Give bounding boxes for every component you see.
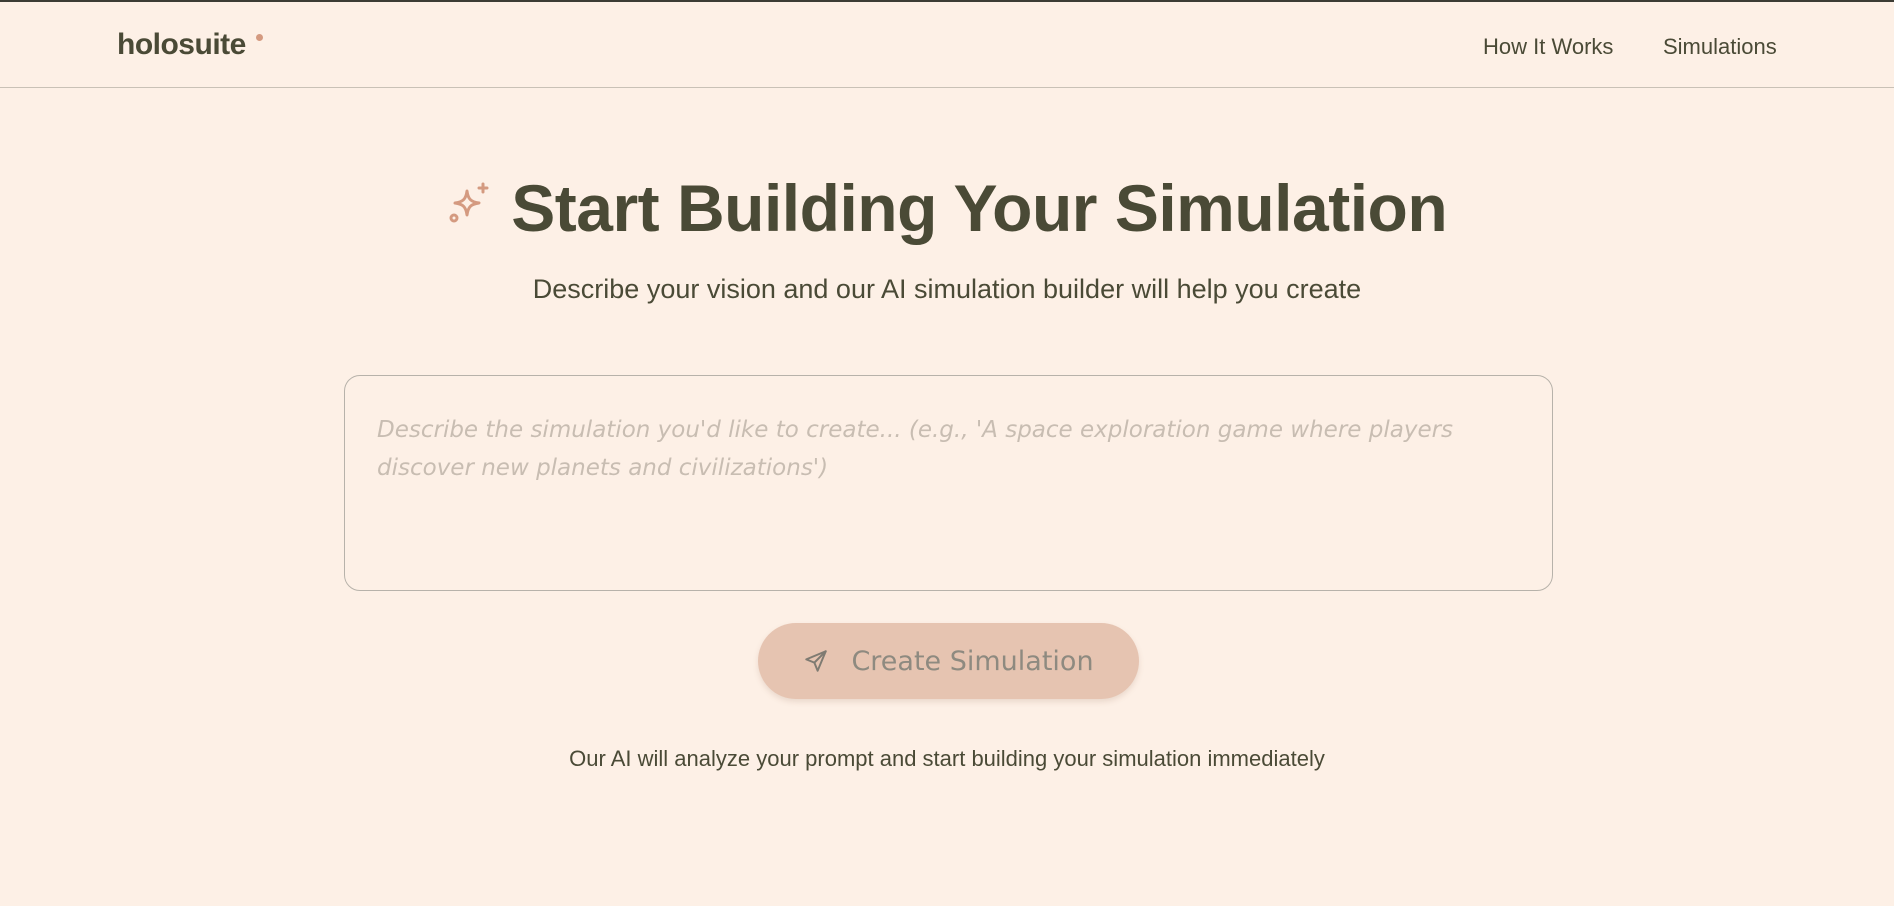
site-header: holosuite How It Works Simulations — [0, 2, 1894, 88]
nav-simulations[interactable]: Simulations — [1663, 34, 1777, 60]
create-simulation-label: Create Simulation — [851, 645, 1094, 677]
hero-heading: Start Building Your Simulation — [0, 170, 1894, 246]
nav-how-it-works[interactable]: How It Works — [1483, 34, 1613, 60]
logo-dot-icon — [256, 34, 263, 41]
helper-text: Our AI will analyze your prompt and star… — [569, 746, 1325, 771]
page-title: Start Building Your Simulation — [511, 171, 1448, 245]
create-simulation-button[interactable]: Create Simulation — [758, 623, 1139, 699]
sparkles-icon — [447, 181, 491, 225]
simulation-prompt-input[interactable] — [345, 376, 1552, 590]
logo[interactable]: holosuite — [117, 28, 246, 62]
send-icon — [803, 648, 829, 674]
page-subtitle: Describe your vision and our AI simulati… — [532, 274, 1362, 304]
prompt-container — [344, 375, 1553, 591]
